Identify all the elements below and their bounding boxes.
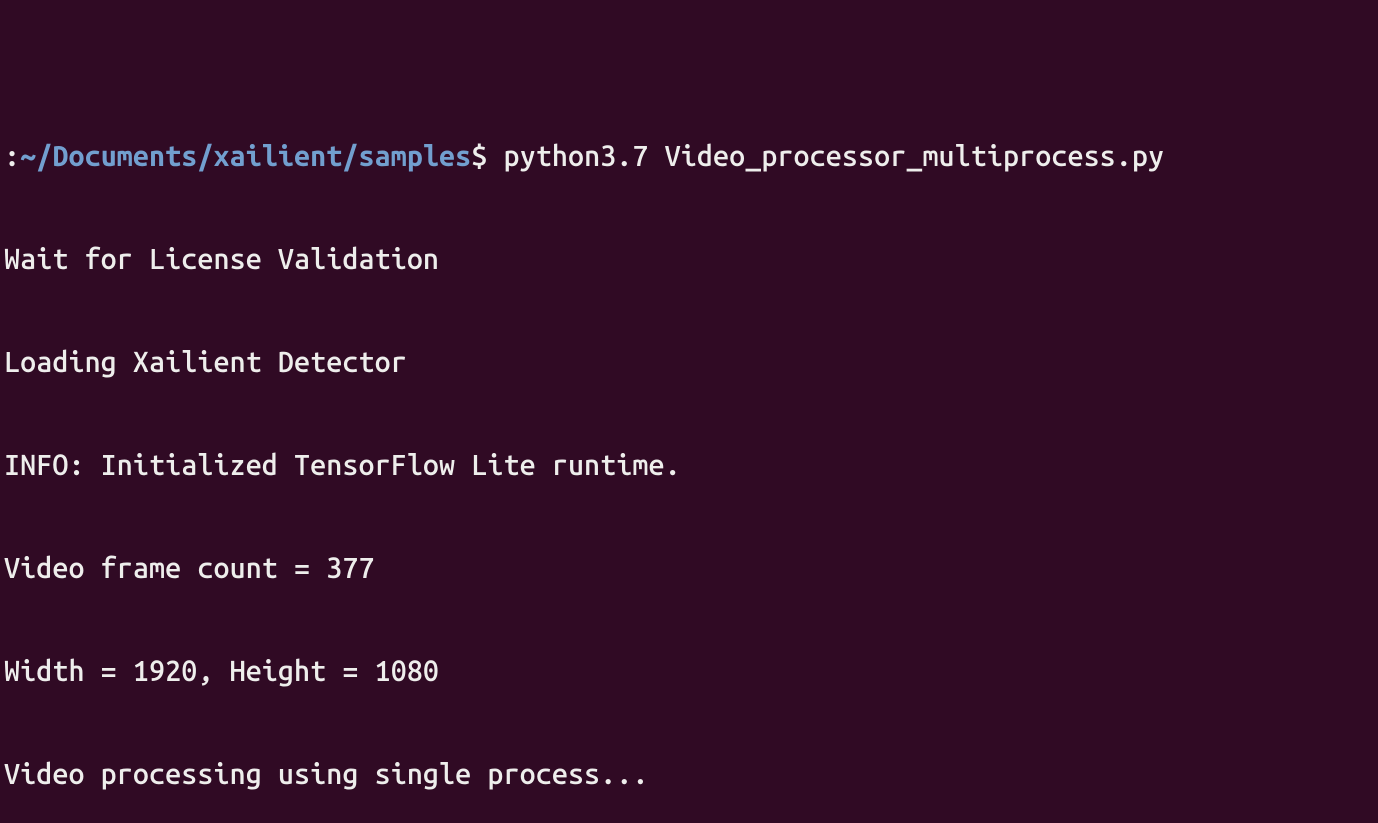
prompt-colon: : [4,140,20,172]
command-line: :~/Documents/xailient/samples$ python3.7… [4,139,1374,173]
prompt-path: ~/Documents/xailient/samples [20,140,471,172]
output-line: Video processing using single process... [4,757,1374,791]
output-line: Video frame count = 377 [4,551,1374,585]
output-line: Wait for License Validation [4,242,1374,276]
terminal-window[interactable]: :~/Documents/xailient/samples$ python3.7… [0,0,1378,823]
prompt-dollar: $ [471,140,503,172]
output-line: INFO: Initialized TensorFlow Lite runtim… [4,448,1374,482]
output-line: Loading Xailient Detector [4,345,1374,379]
command-text: python3.7 Video_processor_multiprocess.p… [504,140,1165,172]
output-line: Width = 1920, Height = 1080 [4,654,1374,688]
